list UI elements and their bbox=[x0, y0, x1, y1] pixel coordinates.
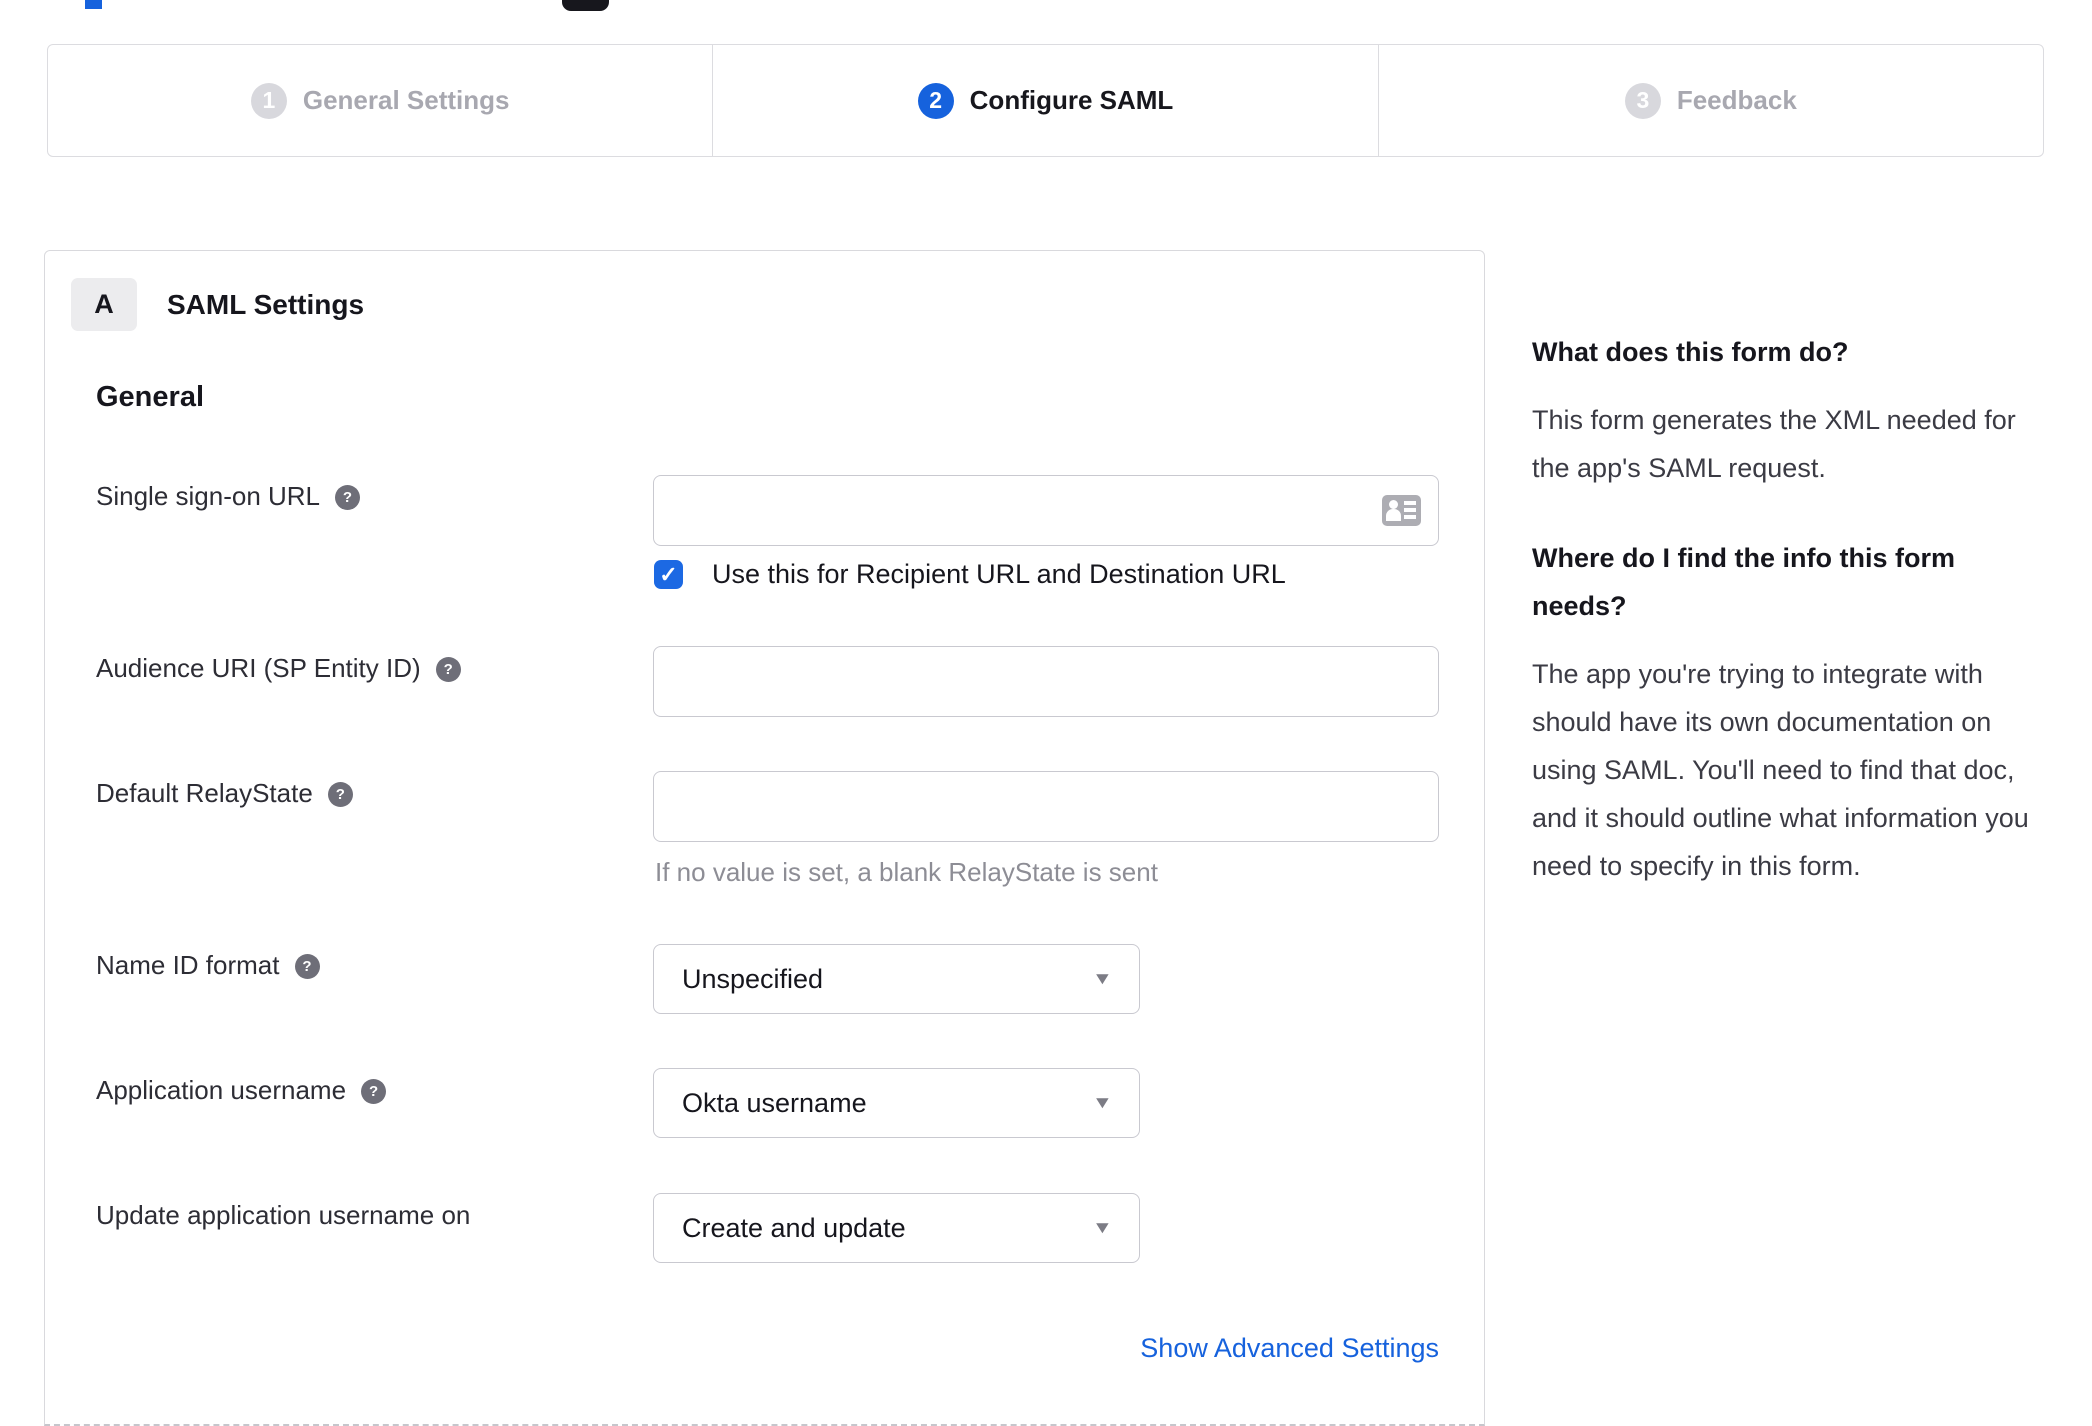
relaystate-label: Default RelayState ? bbox=[96, 778, 353, 809]
sso-url-input-wrap bbox=[653, 475, 1439, 546]
help-icon[interactable]: ? bbox=[335, 485, 361, 510]
step-feedback[interactable]: 3 Feedback bbox=[1377, 45, 2043, 156]
step-configure-saml[interactable]: 2 Configure SAML bbox=[712, 45, 1377, 156]
help-sidebar: What does this form do? This form genera… bbox=[1532, 328, 2039, 932]
step-label: Feedback bbox=[1676, 85, 1797, 115]
relaystate-label-text: Default RelayState bbox=[96, 778, 313, 808]
step-label: Configure SAML bbox=[969, 85, 1174, 115]
section-header: A SAML Settings bbox=[71, 278, 364, 331]
cutoff-header-accent-fragment bbox=[85, 0, 102, 9]
help-question-1: What does this form do? bbox=[1532, 337, 1849, 367]
contact-card-icon[interactable] bbox=[1382, 495, 1421, 526]
general-group-title: General bbox=[96, 381, 204, 413]
help-icon[interactable]: ? bbox=[361, 1079, 387, 1104]
step-number-badge: 1 bbox=[250, 82, 287, 119]
step-label: General Settings bbox=[302, 85, 510, 115]
section-title: SAML Settings bbox=[167, 288, 365, 320]
audience-uri-label: Audience URI (SP Entity ID) ? bbox=[96, 653, 461, 684]
nameid-format-select[interactable]: Unspecified ▼ bbox=[653, 944, 1140, 1014]
relaystate-input[interactable] bbox=[653, 771, 1439, 842]
section-a-badge: A bbox=[71, 278, 137, 331]
app-username-label: Application username ? bbox=[96, 1075, 387, 1106]
sso-url-label: Single sign-on URL ? bbox=[96, 481, 361, 512]
step-general-settings[interactable]: 1 General Settings bbox=[48, 45, 712, 156]
chevron-down-icon: ▼ bbox=[1092, 1218, 1114, 1237]
chevron-down-icon: ▼ bbox=[1092, 1093, 1114, 1112]
help-answer-1: This form generates the XML needed for t… bbox=[1532, 405, 2016, 483]
audience-uri-input[interactable] bbox=[653, 646, 1439, 717]
help-question-2: Where do I find the info this form needs… bbox=[1532, 543, 1955, 621]
nameid-format-label-text: Name ID format bbox=[96, 950, 280, 980]
nameid-format-value: Unspecified bbox=[682, 963, 824, 994]
step-number-badge: 2 bbox=[917, 82, 954, 119]
update-username-label-text: Update application username on bbox=[96, 1200, 471, 1230]
relaystate-hint: If no value is set, a blank RelayState i… bbox=[655, 857, 1158, 887]
sso-url-input[interactable] bbox=[653, 475, 1439, 546]
update-username-select[interactable]: Create and update ▼ bbox=[653, 1193, 1140, 1263]
app-username-value: Okta username bbox=[682, 1087, 867, 1118]
nameid-format-label: Name ID format ? bbox=[96, 950, 320, 981]
recipient-url-checkbox-label[interactable]: Use this for Recipient URL and Destinati… bbox=[712, 559, 1286, 590]
step-number-badge: 3 bbox=[1624, 82, 1661, 119]
update-username-value: Create and update bbox=[682, 1212, 906, 1243]
recipient-url-checkbox[interactable]: ✓ bbox=[654, 560, 683, 589]
update-username-label: Update application username on bbox=[96, 1200, 470, 1231]
show-advanced-settings-link[interactable]: Show Advanced Settings bbox=[653, 1333, 1439, 1364]
help-icon[interactable]: ? bbox=[294, 954, 320, 979]
audience-uri-label-text: Audience URI (SP Entity ID) bbox=[96, 653, 421, 683]
recipient-url-checkbox-row: ✓ Use this for Recipient URL and Destina… bbox=[654, 559, 1286, 590]
chevron-down-icon: ▼ bbox=[1092, 969, 1114, 988]
saml-settings-panel: A SAML Settings General Single sign-on U… bbox=[44, 250, 1485, 1426]
help-answer-2: The app you're trying to integrate with … bbox=[1532, 659, 2029, 881]
app-username-label-text: Application username bbox=[96, 1075, 347, 1105]
sso-url-label-text: Single sign-on URL bbox=[96, 481, 321, 511]
app-username-select[interactable]: Okta username ▼ bbox=[653, 1068, 1140, 1138]
help-icon[interactable]: ? bbox=[327, 782, 353, 807]
wizard-stepper: 1 General Settings 2 Configure SAML 3 Fe… bbox=[47, 44, 2044, 157]
help-icon[interactable]: ? bbox=[435, 657, 461, 682]
cutoff-header-logo-fragment bbox=[562, 0, 609, 11]
